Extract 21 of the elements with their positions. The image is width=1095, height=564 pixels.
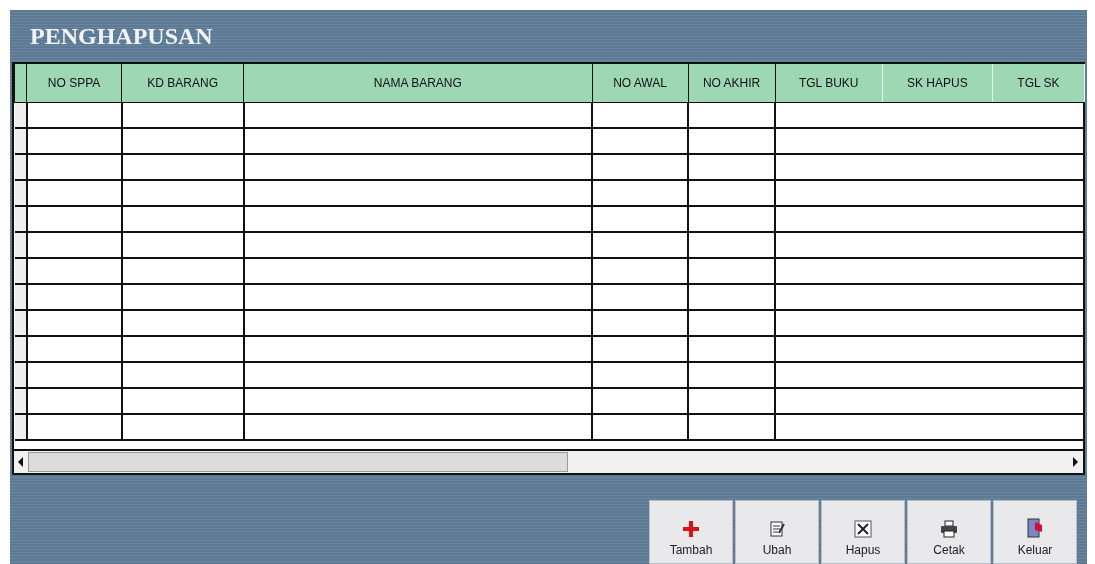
- door-icon: [1026, 518, 1044, 538]
- column-header[interactable]: NO SPPA: [26, 64, 122, 102]
- horizontal-scrollbar[interactable]: [14, 449, 1083, 473]
- scroll-thumb[interactable]: [28, 452, 568, 472]
- column-header[interactable]: SK HAPUS: [882, 64, 993, 102]
- column-header[interactable]: NO AKHIR: [688, 64, 776, 102]
- toolbar-button[interactable]: Ubah: [735, 500, 819, 564]
- toolbar-button[interactable]: Cetak: [907, 500, 991, 564]
- toolbar-button[interactable]: Tambah: [649, 500, 733, 564]
- printer-icon: [940, 520, 958, 538]
- toolbar-button[interactable]: Keluar: [993, 500, 1077, 564]
- plus-icon: [682, 520, 700, 538]
- column-header[interactable]: NO AWAL: [592, 64, 689, 102]
- pencil-icon: [768, 520, 786, 538]
- column-header[interactable]: TGL SK: [992, 64, 1085, 102]
- column-header[interactable]: TGL BUKU: [775, 64, 883, 102]
- page-title: PENGHAPUSAN: [29, 22, 214, 51]
- column-header[interactable]: KD BARANG: [121, 64, 244, 102]
- toolbar-button[interactable]: Hapus: [821, 500, 905, 564]
- column-header[interactable]: NAMA BARANG: [243, 64, 592, 102]
- cross-icon: [854, 520, 872, 538]
